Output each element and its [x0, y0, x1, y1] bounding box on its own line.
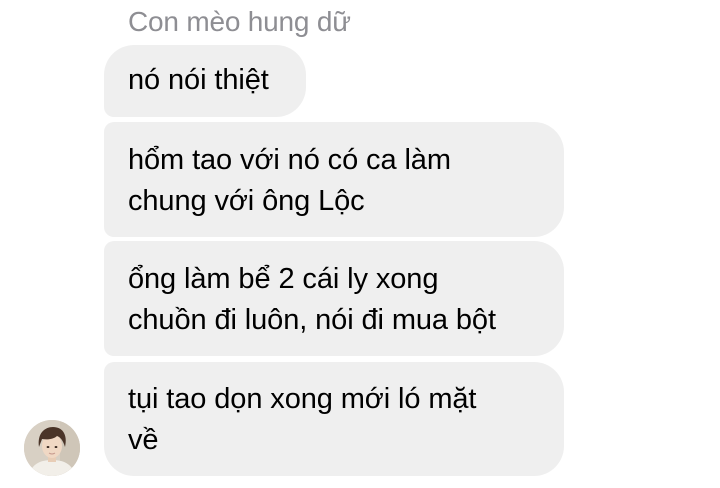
sender-avatar[interactable]	[24, 420, 80, 476]
sender-name: Con mèo hung dữ	[128, 6, 351, 37]
message-bubble[interactable]: nó nói thiệt	[104, 45, 306, 117]
message-bubble[interactable]: ổng làm bể 2 cái ly xong chuồn đi luôn, …	[104, 241, 564, 356]
message-bubble[interactable]: tụi tao dọn xong mới ló mặt về	[104, 362, 564, 476]
message-text: về	[128, 424, 159, 456]
message-text: chuồn đi luôn, nói đi mua bột	[128, 304, 496, 336]
message-bubble[interactable]: hổm tao với nó có ca làm chung với ông L…	[104, 122, 564, 237]
message-text: nó nói thiệt	[128, 64, 269, 96]
message-text: chung với ông Lộc	[128, 185, 365, 217]
user-avatar-photo-icon	[24, 420, 80, 476]
message-text: tụi tao dọn xong mới ló mặt	[128, 383, 477, 415]
message-text: ổng làm bể 2 cái ly xong	[128, 263, 439, 295]
message-text: hổm tao với nó có ca làm	[128, 144, 451, 176]
